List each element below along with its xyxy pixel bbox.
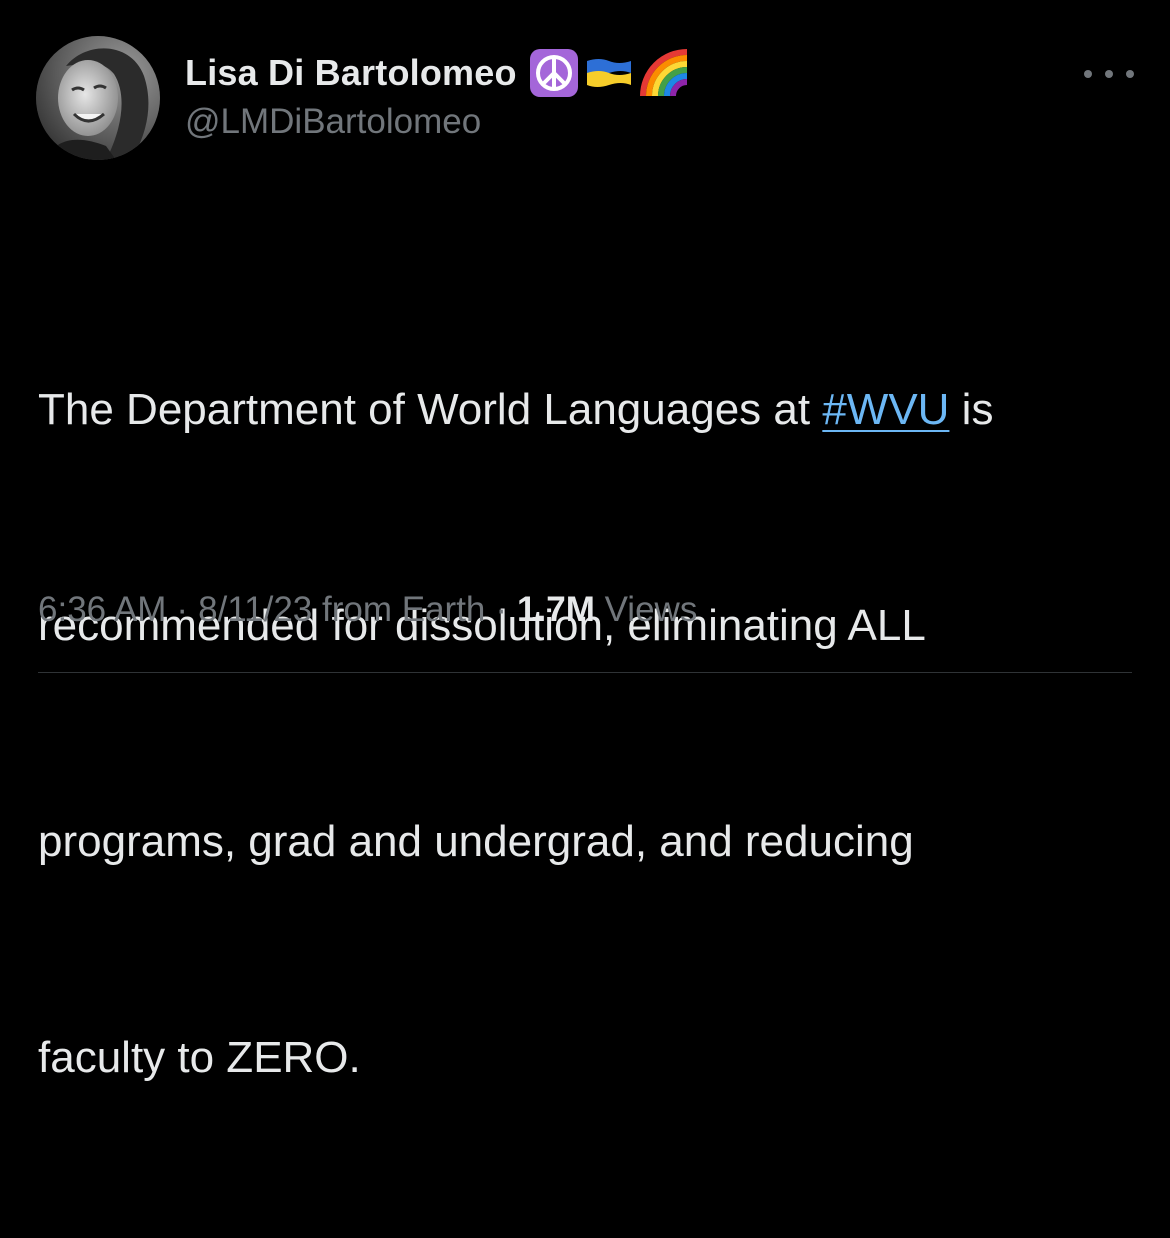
peace-symbol-icon <box>529 48 579 98</box>
divider <box>38 672 1132 673</box>
tweet-card: Lisa Di Bartolomeo @LMDiBartolomeo The D… <box>0 0 1170 1082</box>
tweet-text-segment: is <box>949 385 994 434</box>
author-block: Lisa Di Bartolomeo @LMDiBartolomeo <box>185 48 985 142</box>
tweet-meta: 6:36 AM · 8/11/23 from Earth · 1.7M Views <box>38 590 697 630</box>
tweet-text-line-1: The Department of World Languages at #WV… <box>38 374 1128 446</box>
tweet-text-segment: The Department of World Languages at <box>38 385 823 434</box>
user-handle[interactable]: @LMDiBartolomeo <box>185 102 985 142</box>
more-horizontal-icon-dot <box>1126 70 1134 78</box>
more-horizontal-icon-dot <box>1084 70 1092 78</box>
name-row: Lisa Di Bartolomeo <box>185 48 985 98</box>
more-options-button[interactable] <box>1084 62 1134 86</box>
tweet-source: from Earth <box>322 590 486 629</box>
tweet-text-line-4: faculty to ZERO. <box>38 1033 361 1082</box>
tweet-text: The Department of World Languages at #WV… <box>38 230 1128 1238</box>
meta-separator: · <box>495 590 508 629</box>
tweet-date[interactable]: 8/11/23 <box>198 590 312 629</box>
views-count[interactable]: 1.7M <box>517 590 595 629</box>
hashtag-link[interactable]: #WVU <box>822 385 949 434</box>
avatar-photo <box>36 36 160 160</box>
tweet-text-line-3: programs, grad and undergrad, and reduci… <box>38 817 914 866</box>
rainbow-icon <box>639 48 691 98</box>
avatar[interactable] <box>36 36 160 160</box>
more-horizontal-icon-dot <box>1105 70 1113 78</box>
meta-separator: · <box>176 590 189 629</box>
tweet-time[interactable]: 6:36 AM <box>38 590 166 629</box>
views-label[interactable]: Views <box>605 590 698 629</box>
display-name[interactable]: Lisa Di Bartolomeo <box>185 52 517 94</box>
ukraine-flag-icon <box>585 57 633 89</box>
